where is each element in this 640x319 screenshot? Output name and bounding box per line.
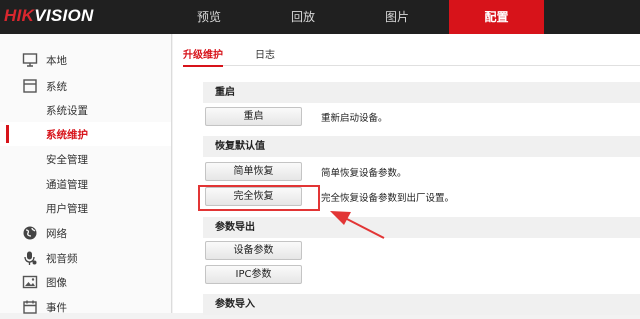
annotation-arrow-icon — [330, 211, 385, 239]
